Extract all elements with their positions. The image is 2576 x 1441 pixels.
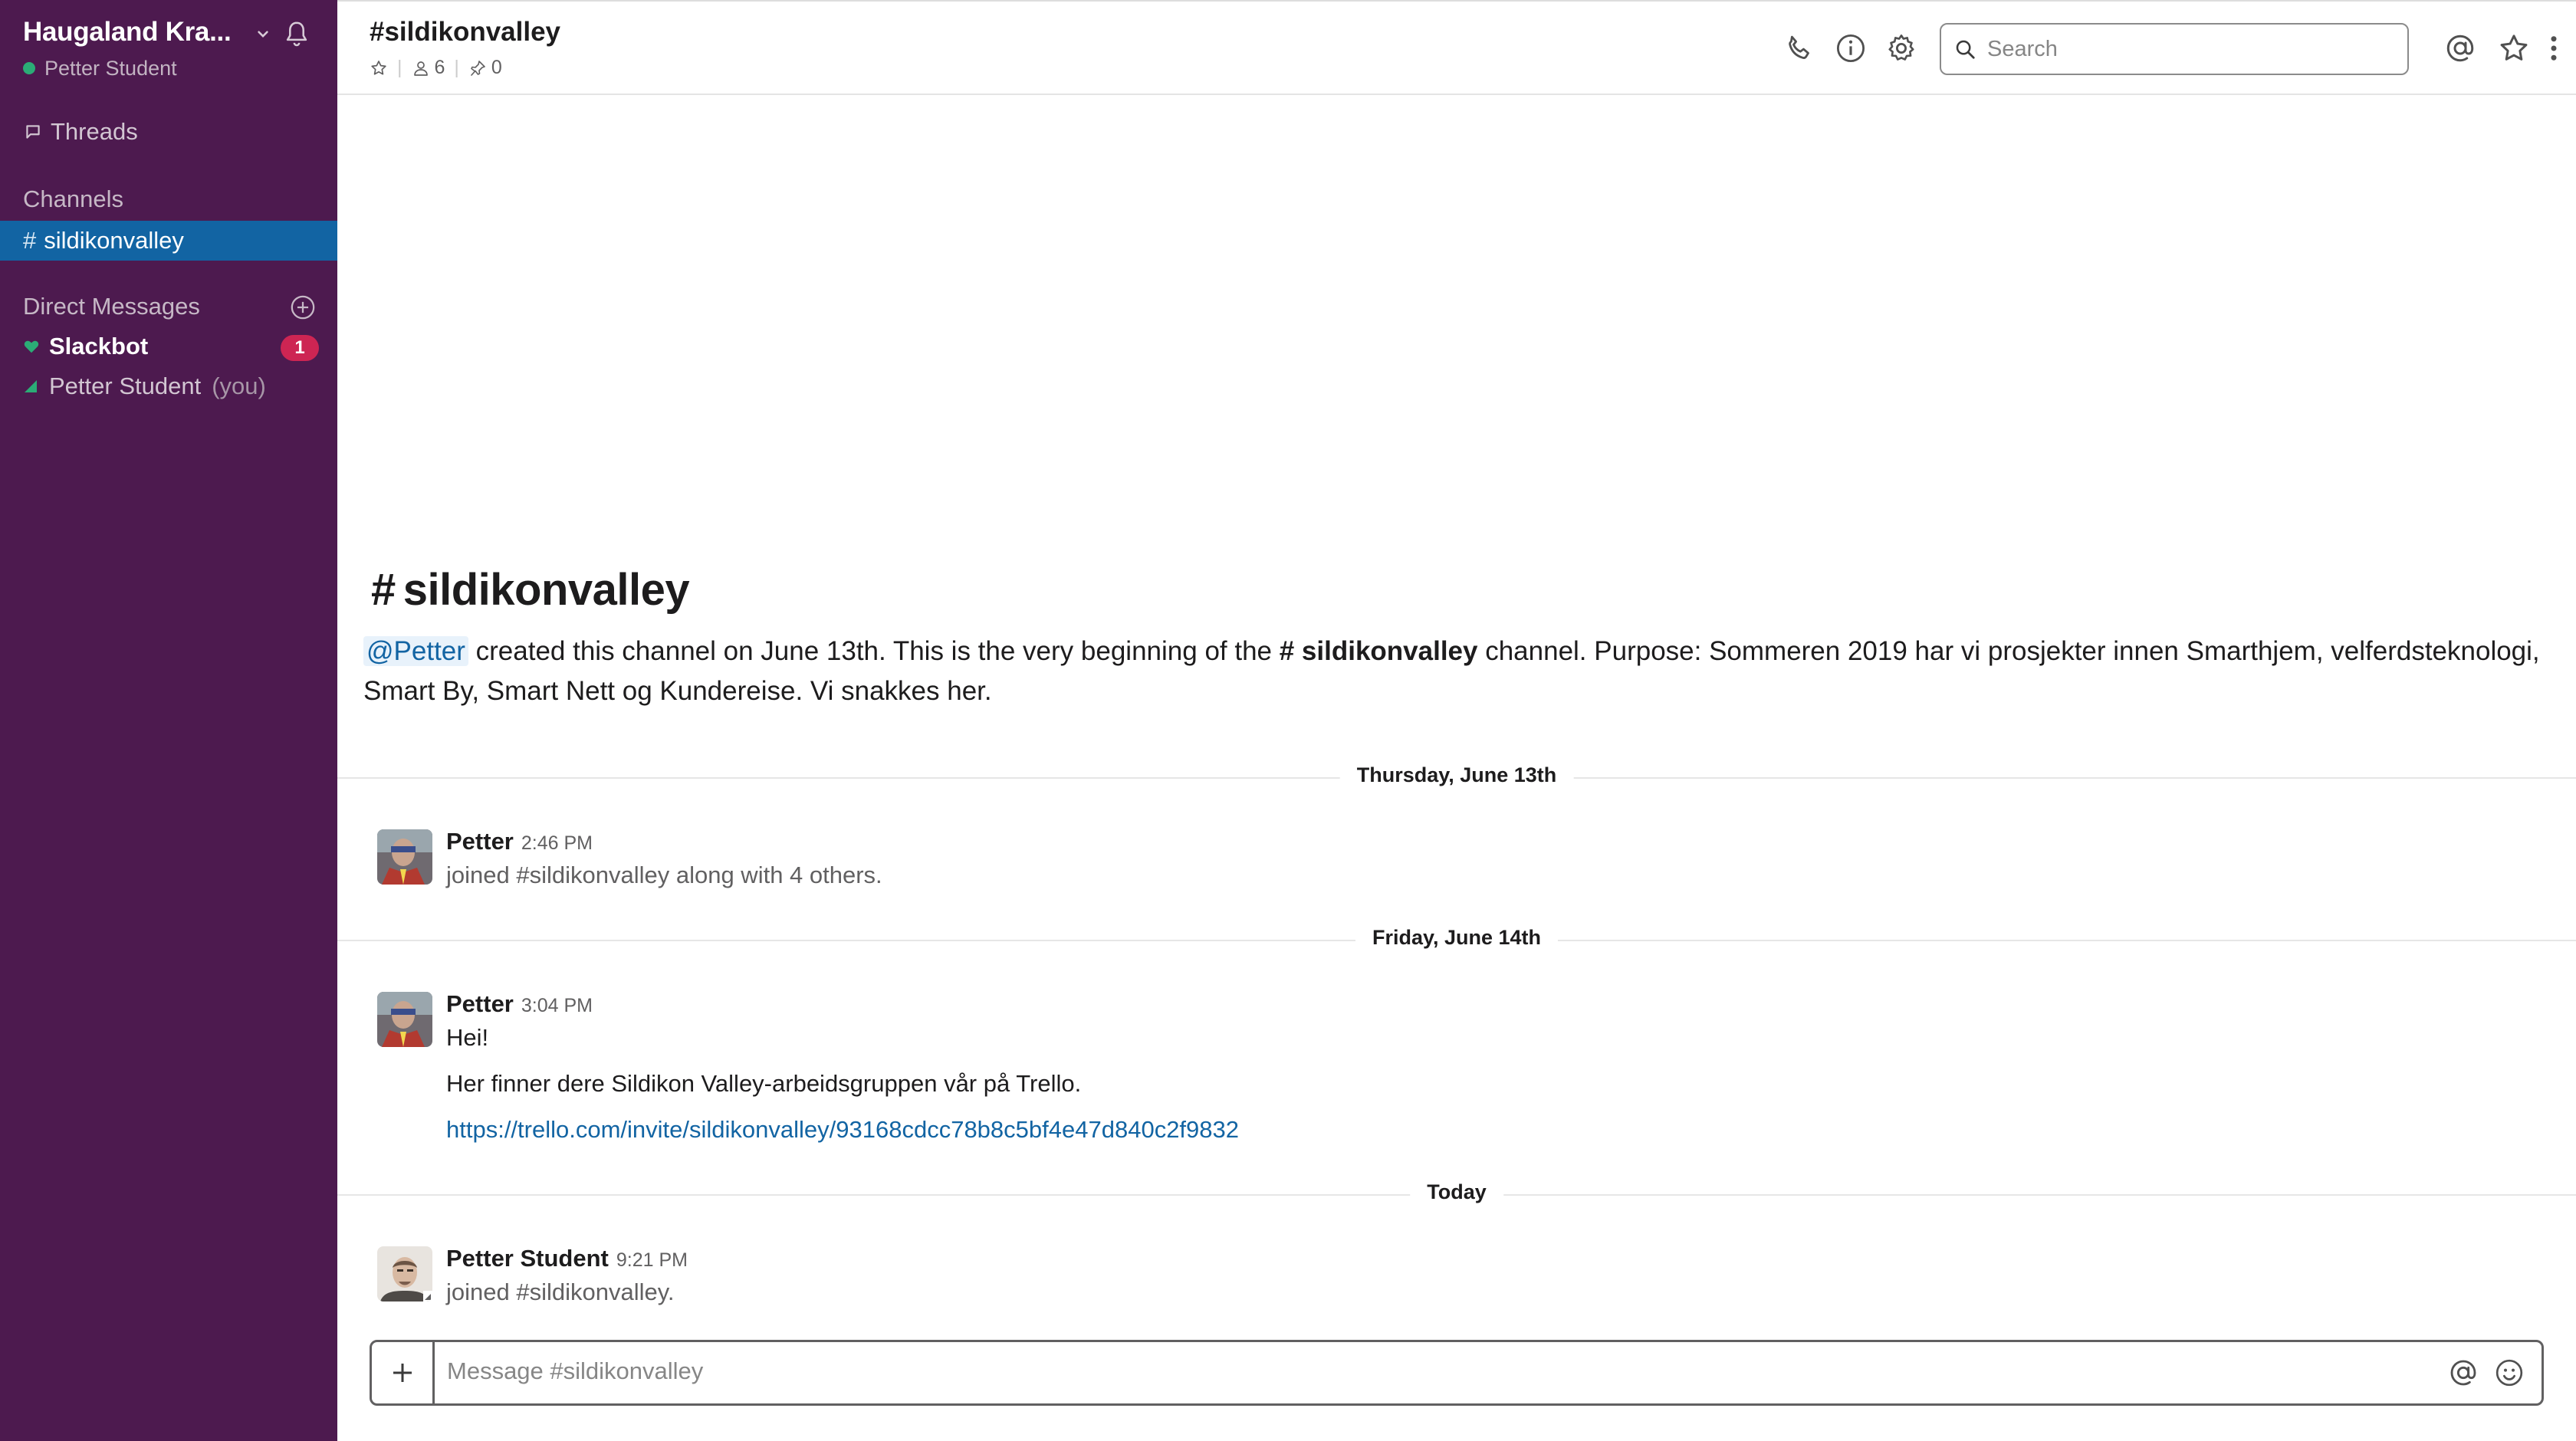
attach-button[interactable] xyxy=(372,1342,435,1403)
pin-icon[interactable] xyxy=(468,59,487,77)
message-author[interactable]: Petter xyxy=(446,828,514,855)
message-timestamp[interactable]: 2:46 PM xyxy=(521,832,593,854)
sidebar-item-label: sildikonvalley xyxy=(44,227,184,254)
sidebar-item-threads[interactable]: Threads xyxy=(23,118,138,146)
message-header: Petter Student 9:21 PM xyxy=(446,1245,688,1272)
intro-text-part: created this channel on June 13th. This … xyxy=(468,636,1280,666)
sidebar: Haugaland Kra... Petter Student Threads … xyxy=(0,0,337,1441)
emoji-icon[interactable] xyxy=(2494,1357,2525,1388)
add-circle-icon[interactable] xyxy=(290,294,316,320)
avatar[interactable] xyxy=(377,992,432,1047)
channel-intro-text: @Petter created this channel on June 13t… xyxy=(363,632,2556,711)
user-photo xyxy=(377,1246,432,1301)
day-label[interactable]: Friday, June 14th xyxy=(1355,926,1559,950)
current-user-name: Petter Student xyxy=(44,57,177,80)
message-timestamp[interactable]: 3:04 PM xyxy=(521,995,593,1016)
message-body: Her finner dere Sildikon Valley-arbeidsg… xyxy=(446,1070,1082,1097)
threads-icon xyxy=(26,125,40,139)
channel-intro-title: # sildikonvalley xyxy=(371,564,690,615)
user-mention[interactable]: @Petter xyxy=(363,636,468,666)
mention-icon[interactable] xyxy=(2448,1357,2479,1388)
presence-dot-icon xyxy=(23,62,35,74)
meta-divider: | xyxy=(454,57,459,78)
direct-messages-header[interactable]: Direct Messages xyxy=(23,293,200,320)
message-author[interactable]: Petter xyxy=(446,990,514,1017)
message-timestamp[interactable]: 9:21 PM xyxy=(616,1249,688,1271)
message-input[interactable] xyxy=(447,1357,2410,1385)
gear-icon[interactable] xyxy=(1885,32,1917,64)
sidebar-item-label: Petter Student xyxy=(49,373,202,399)
message-composer xyxy=(370,1340,2544,1406)
info-icon[interactable] xyxy=(1835,32,1867,64)
channel-title[interactable]: #sildikonvalley xyxy=(370,17,560,48)
heart-icon xyxy=(24,340,39,353)
starred-items-icon[interactable] xyxy=(2498,32,2530,64)
member-icon[interactable] xyxy=(412,59,430,77)
message-body: Hei! xyxy=(446,1024,489,1051)
workspace-name[interactable]: Haugaland Kra... xyxy=(23,17,232,48)
message-pane: # sildikonvalley @Petter created this cha… xyxy=(337,95,2576,1337)
channel-header: #sildikonvalley | 6 | 0 xyxy=(337,0,2576,95)
hash-icon: # xyxy=(23,227,37,254)
channel-intro-name: sildikonvalley xyxy=(402,565,690,615)
message-header: Petter 3:04 PM xyxy=(446,990,593,1018)
user-photo xyxy=(377,992,432,1047)
message-body: joined #sildikonvalley along with 4 othe… xyxy=(446,862,882,888)
more-vertical-icon[interactable] xyxy=(2542,32,2565,64)
channels-header[interactable]: Channels xyxy=(23,185,123,213)
current-user-status[interactable]: Petter Student xyxy=(23,57,177,80)
pinned-count[interactable]: 0 xyxy=(491,57,502,79)
chevron-down-icon[interactable] xyxy=(253,25,273,44)
bell-icon[interactable] xyxy=(282,18,311,49)
star-icon[interactable] xyxy=(370,59,388,77)
you-label: (you) xyxy=(212,373,266,399)
phone-icon[interactable] xyxy=(1783,32,1815,64)
mention-icon[interactable] xyxy=(2444,32,2476,64)
sidebar-item-slackbot[interactable]: Slackbot xyxy=(23,333,148,360)
search-icon xyxy=(1956,40,1975,59)
avatar[interactable] xyxy=(377,829,432,885)
sidebar-item-label: Slackbot xyxy=(49,333,149,359)
channel-reference[interactable]: # sildikonvalley xyxy=(1280,636,1478,666)
member-count[interactable]: 6 xyxy=(435,57,445,79)
message-header: Petter 2:46 PM xyxy=(446,828,593,855)
hash-icon: # xyxy=(371,565,396,615)
unread-badge: 1 xyxy=(281,335,319,361)
day-label[interactable]: Thursday, June 13th xyxy=(1339,763,1574,787)
avatar[interactable] xyxy=(377,1246,432,1301)
sidebar-item-sildikonvalley[interactable]: # sildikonvalley xyxy=(0,221,337,261)
sidebar-item-label: Threads xyxy=(51,118,138,145)
user-photo xyxy=(377,829,432,885)
message-author[interactable]: Petter Student xyxy=(446,1245,609,1272)
plus-icon xyxy=(393,1364,412,1382)
sidebar-item-petter-student[interactable]: Petter Student (you) xyxy=(23,373,266,400)
meta-divider: | xyxy=(397,57,402,78)
search-input[interactable] xyxy=(1987,36,2401,62)
message-link[interactable]: https://trello.com/invite/sildikonvalley… xyxy=(446,1116,1239,1144)
message-body: joined #sildikonvalley. xyxy=(446,1279,675,1305)
day-label[interactable]: Today xyxy=(1410,1180,1503,1204)
channel-meta: | 6 | 0 xyxy=(370,57,502,79)
presence-triangle-icon xyxy=(25,380,37,392)
search-box[interactable] xyxy=(1940,23,2409,75)
